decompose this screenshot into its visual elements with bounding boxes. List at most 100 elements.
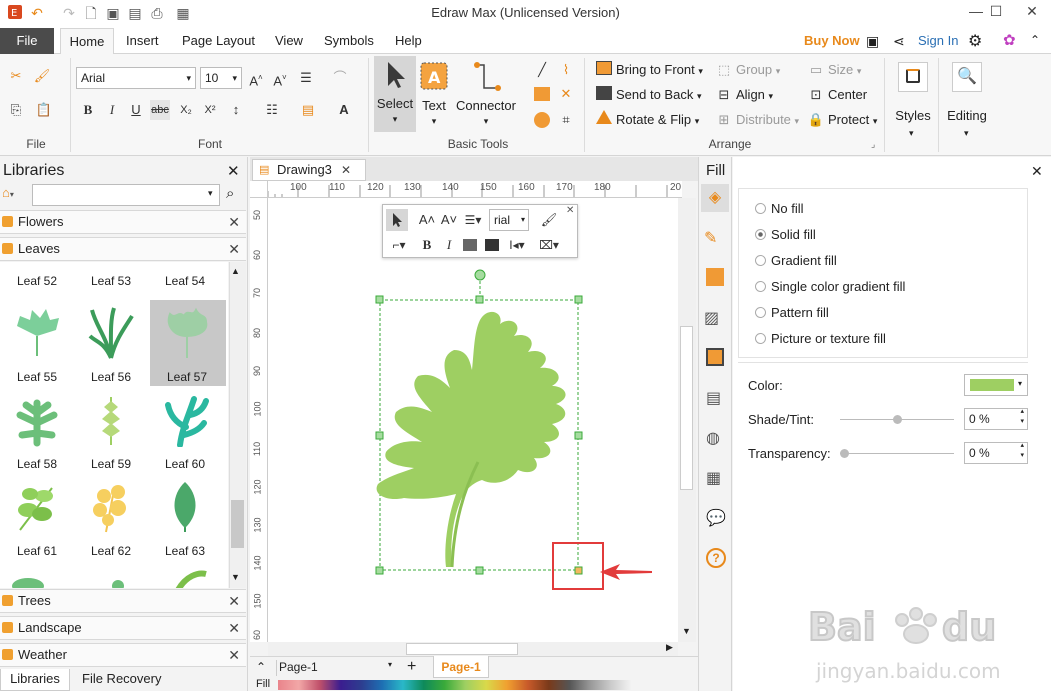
strikethrough-icon[interactable]: abc bbox=[150, 100, 170, 120]
tab-page-layout[interactable]: Page Layout bbox=[182, 28, 255, 54]
size-button[interactable]: Size ▾ bbox=[828, 62, 861, 77]
solid-fill-radio[interactable] bbox=[755, 229, 766, 240]
select-tool-button[interactable]: Select ▾ bbox=[374, 56, 416, 132]
text-align-icon[interactable]: ☰ bbox=[296, 68, 316, 88]
shape-leaf-57-selected[interactable]: Leaf 57 bbox=[150, 300, 226, 386]
close-category-icon[interactable]: ✕ bbox=[228, 238, 240, 260]
connector-tool-button[interactable]: Connector ▾ bbox=[454, 56, 518, 132]
resize-handle[interactable] bbox=[475, 566, 484, 575]
rectangle-tool-icon[interactable] bbox=[534, 87, 550, 101]
shadow-panel-icon[interactable] bbox=[706, 268, 724, 286]
resize-handle[interactable] bbox=[375, 431, 384, 440]
library-search-input[interactable] bbox=[32, 184, 220, 206]
close-window-icon[interactable]: ✕ bbox=[1010, 0, 1051, 24]
layer-panel-icon[interactable] bbox=[706, 348, 724, 366]
rotate-flip-button[interactable]: Rotate & Flip ▾ bbox=[616, 112, 699, 127]
pattern-fill-label[interactable]: Pattern fill bbox=[771, 305, 829, 320]
settings-gear-icon[interactable]: ⚙ bbox=[968, 31, 982, 51]
ribbon-collapse-icon[interactable]: ⌃ bbox=[1030, 33, 1040, 47]
redo-icon[interactable]: ↷ bbox=[60, 4, 78, 22]
font-color-icon[interactable]: A bbox=[334, 100, 354, 120]
gradient-fill-radio[interactable] bbox=[755, 255, 766, 266]
shape-leaf-55[interactable]: Leaf 55 bbox=[0, 300, 74, 386]
transparency-slider-thumb[interactable] bbox=[840, 449, 849, 458]
color-picker[interactable]: ▾ bbox=[964, 374, 1028, 396]
editing-button[interactable]: Editing bbox=[944, 108, 990, 123]
underline-icon[interactable]: U bbox=[126, 100, 146, 120]
add-page-icon[interactable]: + bbox=[407, 658, 416, 676]
export-icon[interactable]: ▦ bbox=[174, 4, 192, 22]
close-category-icon[interactable]: ✕ bbox=[228, 617, 240, 639]
shape-leaf-52[interactable]: Leaf 52 bbox=[0, 262, 74, 290]
superscript-icon[interactable]: X² bbox=[200, 100, 220, 120]
mini-format-painter-icon[interactable]: 🖌 bbox=[539, 210, 559, 230]
font-name-select[interactable]: Arial ▾ bbox=[76, 67, 196, 89]
shape-leaf-61[interactable]: Leaf 61 bbox=[0, 474, 74, 560]
shape-leaf-59[interactable]: Leaf 59 bbox=[74, 387, 148, 473]
image-panel-icon[interactable]: ▨ bbox=[704, 308, 719, 328]
resize-handle[interactable] bbox=[574, 431, 583, 440]
shape-leaf-54[interactable]: Leaf 54 bbox=[148, 262, 222, 290]
shade-slider-thumb[interactable] bbox=[893, 415, 902, 424]
tab-home[interactable]: Home bbox=[60, 28, 114, 54]
save-icon[interactable]: ▤ bbox=[126, 4, 144, 22]
category-weather[interactable]: Weather ✕ bbox=[0, 643, 246, 667]
canvas-v-scroll-thumb[interactable] bbox=[680, 326, 693, 490]
font-size-select[interactable]: 10 ▾ bbox=[200, 67, 242, 89]
mini-close-icon[interactable]: ✕ bbox=[566, 205, 574, 216]
curve-tool-icon[interactable]: ⌇ bbox=[556, 60, 576, 80]
picture-fill-radio[interactable] bbox=[755, 333, 766, 344]
category-trees[interactable]: Trees ✕ bbox=[0, 589, 246, 613]
shape-leaf-58[interactable]: Leaf 58 bbox=[0, 387, 74, 473]
fill-panel-icon[interactable]: ◈ bbox=[701, 184, 729, 212]
send-to-back-button[interactable]: Send to Back ▾ bbox=[616, 87, 701, 102]
group-button[interactable]: Group ▾ bbox=[736, 62, 780, 77]
tab-libraries[interactable]: Libraries bbox=[0, 669, 70, 691]
attachment-panel-icon[interactable]: ▦ bbox=[706, 468, 721, 488]
document-tab[interactable]: ▤ Drawing3 ✕ bbox=[252, 159, 366, 181]
resize-handle[interactable] bbox=[475, 295, 484, 304]
page-select[interactable]: Page-1 ▾ bbox=[276, 660, 396, 676]
shape-leaf-53[interactable]: Leaf 53 bbox=[74, 262, 148, 290]
comment-panel-icon[interactable]: 💬 bbox=[706, 508, 726, 528]
bring-to-front-button[interactable]: Bring to Front ▾ bbox=[616, 62, 703, 77]
help-icon[interactable]: ? bbox=[706, 548, 726, 568]
mini-shrink-font-icon[interactable]: A˅ bbox=[439, 210, 459, 230]
page-bar-collapse-icon[interactable]: ⌃ bbox=[256, 660, 266, 674]
shade-tint-input[interactable]: 0 % ▴ ▾ bbox=[964, 408, 1028, 430]
color-swatches[interactable] bbox=[278, 680, 632, 690]
resize-handle[interactable] bbox=[375, 295, 384, 304]
resize-handle[interactable] bbox=[574, 295, 583, 304]
mini-grow-font-icon[interactable]: A˄ bbox=[417, 210, 437, 230]
close-document-icon[interactable]: ✕ bbox=[341, 160, 351, 180]
category-flowers[interactable]: Flowers ✕ bbox=[0, 210, 246, 234]
mini-align-icon[interactable]: ☰▾ bbox=[463, 210, 483, 230]
mini-send-back-icon[interactable] bbox=[485, 239, 499, 251]
sign-in-link[interactable]: Sign In bbox=[918, 33, 958, 48]
scroll-down-icon[interactable]: ▼ bbox=[231, 572, 240, 582]
category-leaves[interactable]: Leaves ✕ bbox=[0, 237, 246, 261]
no-fill-label[interactable]: No fill bbox=[771, 201, 804, 216]
rotation-handle[interactable] bbox=[474, 269, 486, 281]
close-category-icon[interactable]: ✕ bbox=[228, 644, 240, 666]
ellipse-tool-icon[interactable] bbox=[534, 112, 550, 128]
tab-file[interactable]: File bbox=[0, 28, 54, 54]
library-home-icon[interactable]: ⌂▾ bbox=[2, 185, 28, 205]
search-dropdown-icon[interactable]: ▾ bbox=[208, 188, 213, 199]
dialog-launcher-icon[interactable]: ⌟ bbox=[871, 139, 875, 150]
undo-icon[interactable]: ↶ bbox=[28, 4, 46, 22]
cross-tool-icon[interactable]: ✕ bbox=[556, 84, 576, 104]
italic-icon[interactable]: I bbox=[102, 100, 122, 120]
single-color-gradient-radio[interactable] bbox=[755, 281, 766, 292]
text-background-icon[interactable]: ▤ bbox=[298, 100, 318, 120]
shape-leaf-60[interactable]: Leaf 60 bbox=[148, 387, 222, 473]
text-tool-button[interactable]: A Text ▾ bbox=[418, 56, 450, 132]
tab-view[interactable]: View bbox=[275, 28, 303, 54]
subscript-icon[interactable]: X₂ bbox=[176, 100, 196, 120]
protect-button[interactable]: Protect ▾ bbox=[828, 112, 877, 127]
shape-leaf-62[interactable]: Leaf 62 bbox=[74, 474, 148, 560]
library-scroll-thumb[interactable] bbox=[231, 500, 244, 548]
print-icon[interactable]: ⎙ bbox=[148, 4, 166, 22]
close-fill-panel-icon[interactable]: ✕ bbox=[1031, 163, 1043, 180]
no-fill-radio[interactable] bbox=[755, 203, 766, 214]
